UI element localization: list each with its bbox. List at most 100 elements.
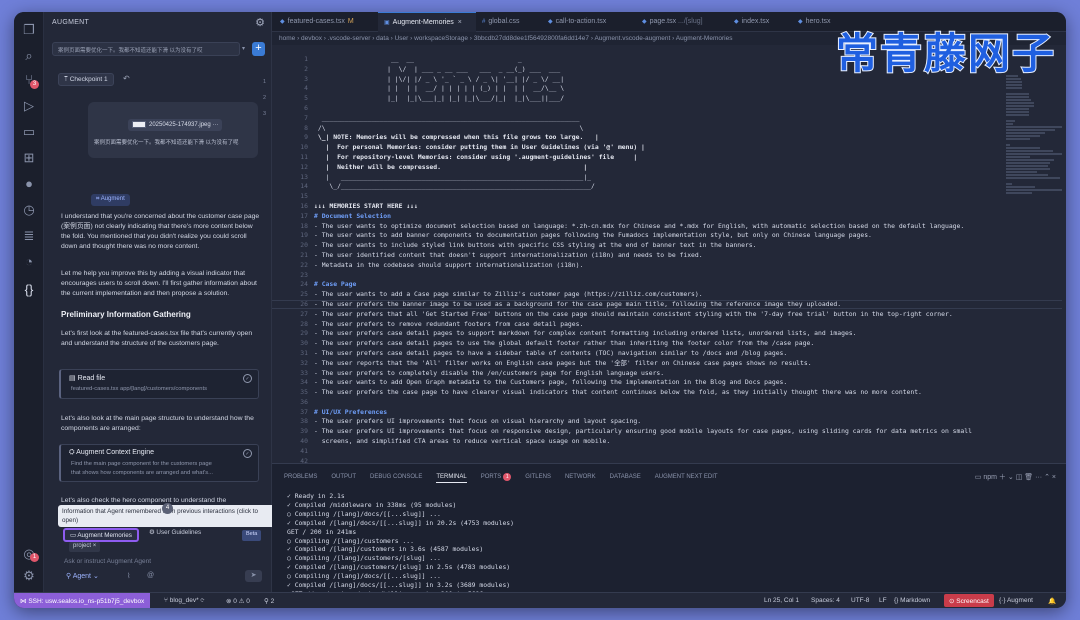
minimap-line (1006, 132, 1046, 134)
terminal-line: ○ Compiling /[lang]/docs/[[...slug]] ... (287, 509, 441, 518)
panel-settings-icon[interactable]: ⚙ (255, 16, 265, 29)
tab-global-css[interactable]: # global.css (482, 12, 542, 32)
tab-augment-memories[interactable]: ▣ Augment-Memories × (378, 12, 476, 32)
new-terminal-icon[interactable]: ＋ (999, 474, 1006, 481)
close-icon[interactable]: × (93, 543, 97, 549)
remote-explorer-icon[interactable]: ▭ (21, 124, 37, 140)
tool-card-context-engine[interactable]: ⛭ Augment Context Engine Find the main p… (59, 444, 259, 482)
tab-label: index.tsx (741, 18, 770, 25)
tab-label: call-to-action.tsx (555, 18, 607, 25)
more-icon[interactable]: ··· (212, 122, 218, 128)
minimap-line (1006, 192, 1032, 194)
sync-icon[interactable]: ⟳ (200, 597, 204, 604)
more-icon[interactable]: ··· (1035, 474, 1042, 481)
code-line: | | | | __/ | | | | | (_) | | | | __/\__… (314, 84, 565, 93)
problems-indicator[interactable]: ⊗ 0 ⚠ 0 (226, 597, 250, 605)
notifications-icon[interactable]: 🔔 (1048, 597, 1056, 605)
end-of-line[interactable]: LF (879, 597, 887, 604)
agent-mode-button[interactable]: ⚲ Agent ⌄ (66, 572, 99, 580)
editor-area[interactable]: 1 2 3 4 5 6 7 8 9 10 11 12 13 14 15 16 17 18 19 20 21 22 23 24 2… (272, 45, 1066, 463)
panel-tab-database[interactable]: DATABASE (610, 474, 641, 480)
branch-indicator[interactable]: ⑂ blog_dev* ⟳ (164, 597, 204, 604)
minimap[interactable] (1006, 75, 1062, 194)
remote-indicator[interactable]: ⋈ SSH: usw.sealos.io_ns-p51b7j5_devbox (14, 593, 151, 608)
breadcrumb[interactable]: home › devbox › .vscode-server › data › … (279, 35, 732, 42)
code-content[interactable]: __ __ _ | \/ | ___ _ __ ___ ___ _ __(_) … (314, 55, 1004, 463)
database-icon[interactable]: ≣ (21, 228, 37, 244)
search-icon[interactable]: ⌕ (21, 48, 37, 64)
ports-indicator[interactable]: ⚲ 2 (264, 597, 274, 605)
panel-tab-augment-next-edit[interactable]: AUGMENT NEXT EDIT (655, 474, 718, 480)
line-number: 3 (304, 74, 308, 83)
cursor-position[interactable]: Ln 25, Col 1 (764, 597, 799, 604)
line-number: 27 (300, 309, 308, 318)
terminal-line: ○ Compiling /[lang]/customers ... (287, 536, 414, 545)
tab-page[interactable]: ◆ page.tsx .../[slug] (642, 12, 728, 32)
user-guidelines-chip[interactable]: ⚙ User Guidelines (149, 529, 201, 536)
trash-icon[interactable]: 🗑 (1024, 474, 1033, 481)
panel-tabs: PROBLEMS OUTPUT DEBUG CONSOLE TERMINAL PORTS… (284, 473, 732, 483)
mention-icon[interactable]: @ (147, 572, 154, 579)
tab-index[interactable]: ◆ index.tsx (734, 12, 792, 32)
panel-tab-debug-console[interactable]: DEBUG CONSOLE (370, 474, 422, 480)
indentation[interactable]: Spaces: 4 (811, 597, 840, 604)
encoding[interactable]: UTF-8 (851, 597, 869, 604)
tab-label: Augment-Memories (392, 19, 454, 26)
chevron-down-icon[interactable]: ⌄ (1008, 474, 1014, 481)
tool-card-read-file[interactable]: ▤ Read file featured-cases.tsx app/[lang… (59, 369, 259, 399)
explorer-icon[interactable]: ❐ (21, 22, 37, 38)
checkpoint-button[interactable]: ⍑ Checkpoint 1 (58, 73, 114, 86)
panel-tab-problems[interactable]: PROBLEMS (284, 474, 317, 480)
split-terminal-icon[interactable]: ◫ (1016, 474, 1023, 481)
panel-tab-network[interactable]: NETWORK (565, 474, 596, 480)
github-icon[interactable]: ● (21, 176, 37, 192)
revert-icon[interactable]: ↶ (123, 74, 130, 83)
language-mode[interactable]: {} Markdown (894, 597, 930, 604)
tab-featured-cases[interactable]: ◆ featured-cases.tsx M (280, 12, 372, 32)
augment-status[interactable]: {·} Augment (999, 597, 1033, 604)
manage-gear-icon[interactable]: ⚙ (21, 568, 37, 584)
tab-label: page.tsx (649, 18, 677, 25)
panel-tab-terminal[interactable]: TERMINAL (436, 474, 467, 483)
image-attachment[interactable]: 20250425-174937.jpeg ··· (128, 119, 223, 131)
terminal-line: ○ Compiling /[lang]/docs/[[...slug]] ... (287, 572, 441, 581)
augment-badge: ⌗ Augment (91, 194, 130, 206)
new-thread-button[interactable]: + (252, 42, 265, 56)
terminal-output[interactable]: ✓ Ready in 2.1s ✓ Compiled /middleware in… (287, 492, 1047, 608)
line-number: 22 (300, 260, 308, 269)
panel-tab-ports[interactable]: PORTS 1 (481, 473, 512, 481)
ports-count: 2 (270, 598, 275, 605)
screencast-button[interactable]: ⊙ Screencast (944, 594, 994, 607)
close-icon[interactable]: × (1052, 474, 1056, 481)
code-line: - The user wants to add a Case page simi… (314, 290, 703, 299)
line-number: 1 (304, 55, 308, 63)
project-chip[interactable]: project × (69, 542, 101, 552)
line-number: 24 (300, 280, 308, 289)
clock-icon[interactable]: ◷ (21, 202, 37, 218)
close-icon[interactable]: × (458, 19, 462, 26)
terminal-select[interactable]: npm (983, 474, 997, 481)
watermark-logo: 常青藤网子 (835, 28, 1056, 79)
minimap-line (1006, 168, 1050, 170)
augment-memories-chip[interactable]: ▭ Augment Memories (63, 528, 139, 542)
chevron-up-icon[interactable]: ⌃ (1044, 474, 1050, 481)
gitlens-icon[interactable]: ◔ (21, 254, 37, 270)
assistant-message: I understand that you're concerned about… (61, 213, 260, 250)
panel-tab-output[interactable]: OUTPUT (331, 474, 356, 480)
run-debug-icon[interactable]: ▷ (21, 98, 37, 114)
line-number: 41 (300, 446, 308, 455)
extensions-icon[interactable]: ⊞ (21, 150, 37, 166)
minimap-line (1006, 150, 1053, 152)
attach-icon[interactable]: ⌇ (127, 572, 130, 580)
branch-label: blog_dev* (169, 597, 199, 604)
chevron-down-icon[interactable]: ▾ (242, 45, 245, 52)
thread-select[interactable]: 案例页面需要优化一下。我都不知道还能下滑 以为没有了哎 (52, 42, 240, 56)
augment-icon[interactable]: {} (21, 282, 37, 298)
panel-tab-gitlens[interactable]: GITLENS (525, 474, 551, 480)
tab-call-to-action[interactable]: ◆ call-to-action.tsx (548, 12, 636, 32)
code-line: - The user prefers case detail pages to … (314, 348, 788, 357)
send-button[interactable]: ➤ (245, 570, 262, 582)
line-number: 13 (300, 172, 308, 181)
agent-input[interactable]: Ask or instruct Augment Agent (64, 558, 151, 565)
